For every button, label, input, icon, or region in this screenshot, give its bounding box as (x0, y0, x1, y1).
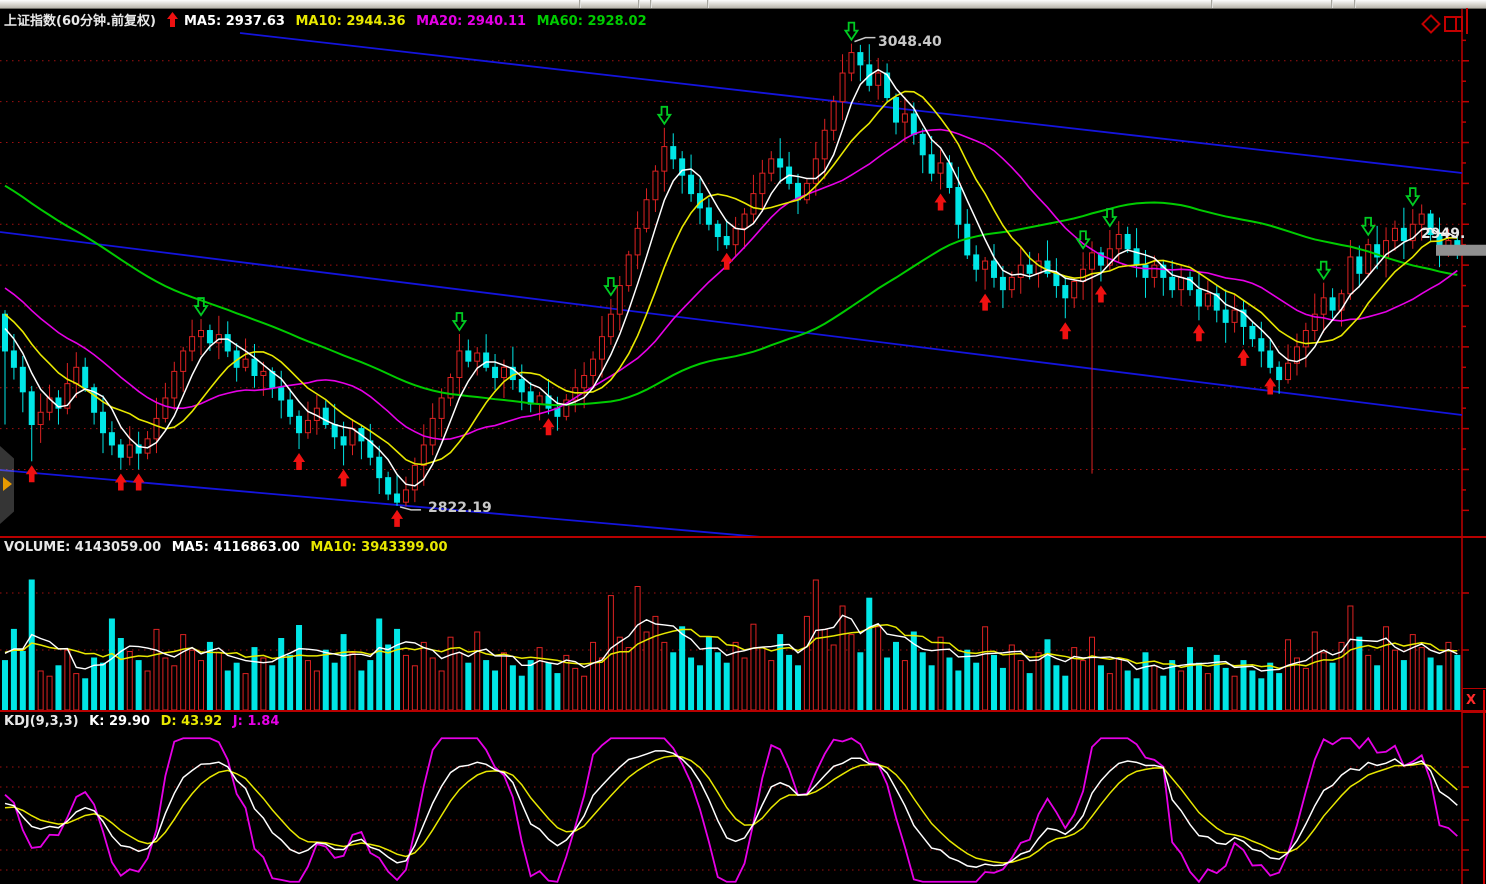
buy-signal-arrow (1059, 322, 1071, 339)
volume-value-label: VOLUME: 4143059.00 (4, 540, 161, 555)
low-price-annotation: 2822.19 (428, 500, 492, 516)
sell-signal-arrow (1362, 218, 1374, 235)
top-toolbar-strip[interactable] (0, 0, 1486, 9)
kdj-title-label: KDJ(9,3,3) (4, 714, 79, 729)
kdj-header: KDJ(9,3,3) K: 29.90 D: 43.92 J: 1.84 (4, 714, 285, 729)
ma20-value-label: MA20: 2940.11 (416, 14, 526, 29)
volume-ma10-label: MA10: 3943399.00 (310, 540, 447, 555)
toolbar-separator (638, 0, 640, 8)
kdj-k-label: K: 29.90 (89, 714, 150, 729)
indicator-close-label: X (1466, 693, 1476, 708)
buy-signal-arrow (935, 194, 947, 211)
volume-ma5-line (5, 615, 1457, 671)
trendlines (0, 33, 1462, 538)
ma5-line (5, 70, 1457, 486)
buy-signal-arrow (133, 473, 145, 490)
sell-signal-arrow (658, 107, 670, 124)
candlesticks (3, 44, 1460, 507)
header-right-separator (1466, 8, 1468, 34)
symbol-period-label: 上证指数(60分钟.前复权) (4, 14, 156, 29)
main-price-chart[interactable] (0, 8, 1486, 538)
toolbar-separator (1354, 0, 1356, 8)
split-window-icon[interactable] (1444, 16, 1463, 32)
up-arrow-icon (166, 12, 179, 27)
high-price-annotation: 3048.40 (878, 34, 942, 50)
price-gridlines (0, 61, 1460, 470)
ma20-line (5, 130, 1457, 440)
sell-signal-arrow (1104, 209, 1116, 226)
signal-arrows (26, 23, 1419, 527)
buy-signal-arrow (115, 473, 127, 490)
ma60-value-label: MA60: 2928.02 (537, 14, 647, 29)
kdj-axis (1462, 712, 1469, 884)
buy-signal-arrow (721, 253, 733, 270)
pane-divider-main-volume (0, 536, 1486, 538)
buy-signal-arrow (391, 510, 403, 527)
buy-signal-arrow (1193, 324, 1205, 341)
toolbar-separator (1331, 0, 1333, 8)
kdj-j-line (5, 738, 1457, 882)
volume-gridlines (0, 593, 1460, 650)
right-edge-border (1483, 690, 1485, 884)
buy-signal-arrow (26, 465, 38, 482)
split-window-icon-divider (1455, 18, 1457, 30)
ma5-value-label: MA5: 2937.63 (184, 14, 285, 29)
toolbar-separator (707, 0, 709, 8)
volume-header: VOLUME: 4143059.00 MA5: 4116863.00 MA10:… (4, 540, 454, 555)
price-axis (1462, 8, 1469, 538)
pane-divider-volume-kdj (0, 710, 1486, 712)
volume-chart[interactable] (0, 538, 1486, 712)
sell-signal-arrow (1318, 262, 1330, 279)
toolbar-separator (579, 0, 581, 8)
kdj-j-label: J: 1.84 (233, 714, 280, 729)
volume-axis (1462, 538, 1469, 712)
buy-signal-arrow (1237, 349, 1249, 366)
sell-signal-arrow (1407, 188, 1419, 205)
buy-signal-arrow (293, 453, 305, 470)
sell-signal-arrow (845, 23, 857, 40)
sell-signal-arrow (453, 313, 465, 330)
buy-signal-arrow (1095, 285, 1107, 302)
volume-ma5-label: MA5: 4116863.00 (172, 540, 300, 555)
kdj-gridlines (0, 767, 1460, 870)
last-price-badge (1436, 245, 1486, 256)
buy-signal-arrow (543, 418, 555, 435)
main-chart-header: 上证指数(60分钟.前复权) MA5: 2937.63 MA10: 2944.3… (4, 10, 653, 29)
sell-signal-arrow (605, 278, 617, 295)
trading-app-window: { "main": { "title": "上证指数(60分钟.前复权)", "… (0, 0, 1486, 884)
toolbar-separator (1211, 0, 1213, 8)
kdj-chart[interactable] (0, 712, 1486, 884)
last-price-annotation: 2949. (1421, 226, 1465, 242)
expand-arrow-icon (3, 477, 12, 491)
ma10-value-label: MA10: 2944.36 (296, 14, 406, 29)
toolbar-separator (650, 0, 652, 8)
annotation-pointers (400, 38, 1486, 510)
buy-signal-arrow (979, 294, 991, 311)
volume-ma10-line (5, 625, 1457, 669)
kdj-d-label: D: 43.92 (161, 714, 223, 729)
buy-signal-arrow (338, 469, 350, 486)
sidebar-expand-handle[interactable] (0, 446, 14, 524)
